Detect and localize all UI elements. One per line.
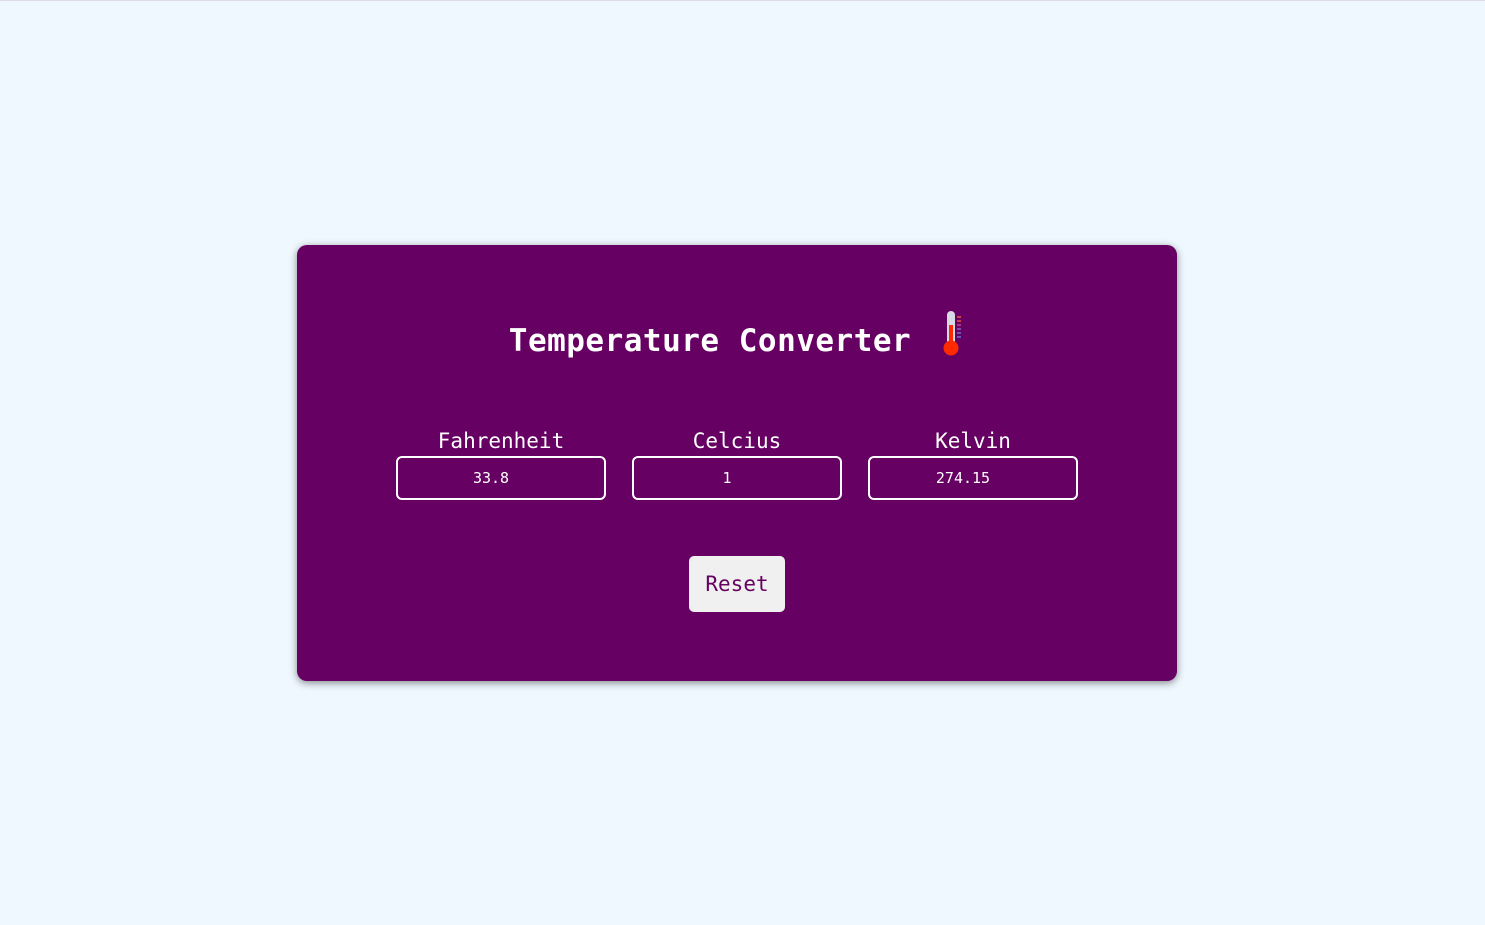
kelvin-group: Kelvin <box>868 428 1078 500</box>
thermometer-icon <box>941 309 965 357</box>
celcius-label: Celcius <box>692 429 782 453</box>
fahrenheit-label: Fahrenheit <box>437 429 565 453</box>
temperature-fields: Fahrenheit Celcius Kelvin <box>396 428 1078 500</box>
fahrenheit-input[interactable] <box>396 456 606 500</box>
celcius-group: Celcius <box>632 428 842 500</box>
celcius-input[interactable] <box>632 456 842 500</box>
fahrenheit-group: Fahrenheit <box>396 428 606 500</box>
page-title: Temperature Converter <box>508 323 912 359</box>
kelvin-input[interactable] <box>868 456 1078 500</box>
kelvin-label: Kelvin <box>935 429 1011 453</box>
title-row: Temperature Converter <box>297 311 1177 369</box>
reset-button[interactable]: Reset <box>689 556 785 612</box>
converter-card: Temperature Converter Fahrenheit Celcius <box>297 245 1177 681</box>
